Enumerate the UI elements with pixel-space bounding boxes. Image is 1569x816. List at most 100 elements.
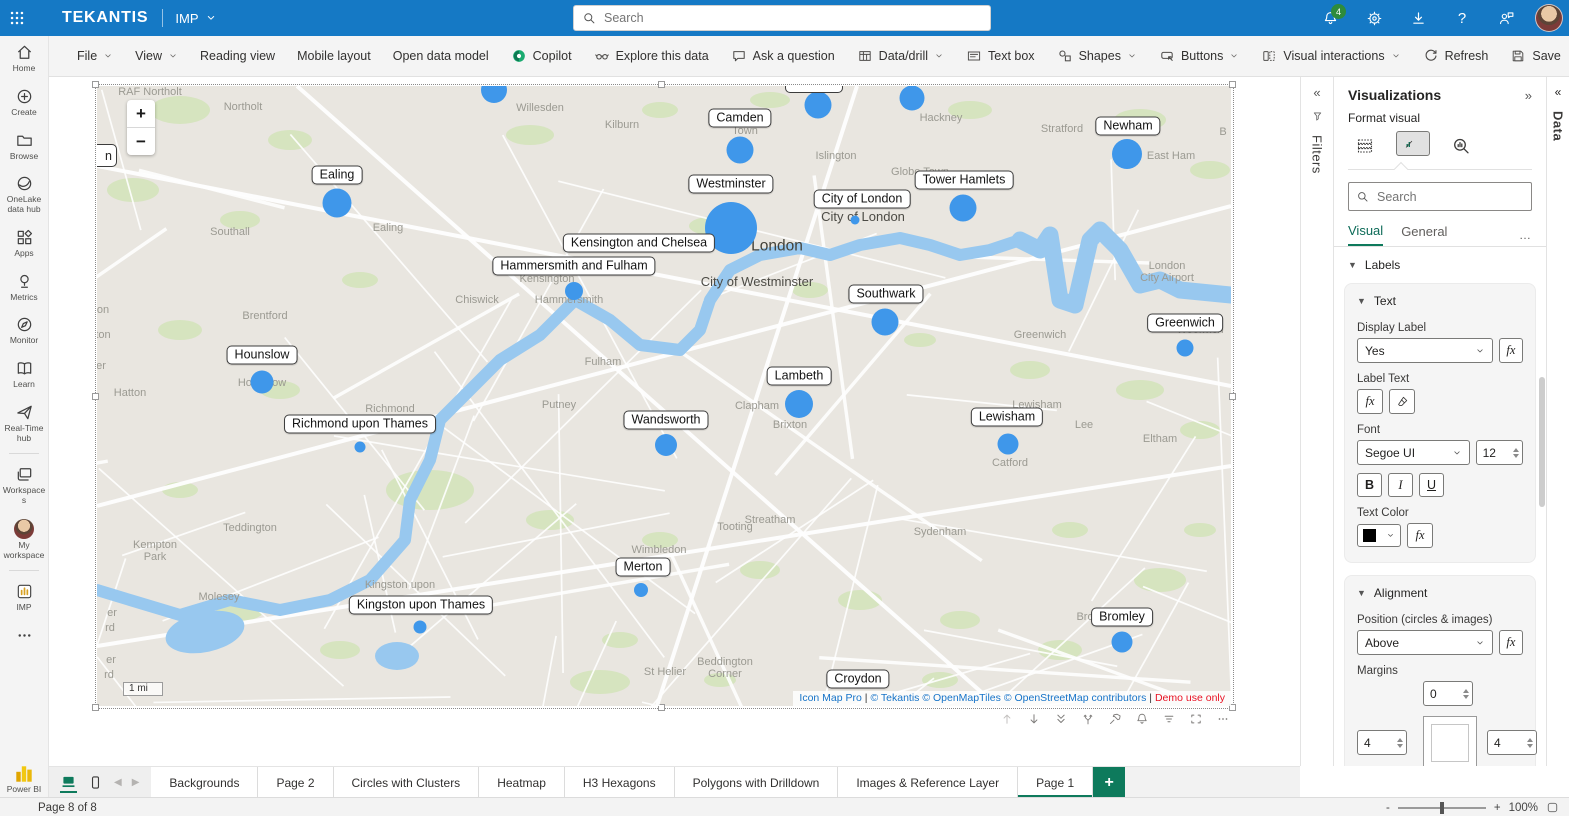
format-mode-button[interactable] [1396, 131, 1430, 156]
next-page-icon[interactable]: ▶ [132, 777, 140, 788]
tab-visual[interactable]: Visual [1348, 223, 1383, 246]
help-button[interactable]: ? [1447, 3, 1477, 33]
toolbar-item-save[interactable]: Save [1499, 42, 1569, 70]
borough-label-croydon[interactable]: Croydon [826, 670, 889, 689]
borough-label-hammersmith-and-fulham[interactable]: Hammersmith and Fulham [492, 257, 655, 276]
position-dropdown[interactable]: Above [1357, 630, 1493, 655]
format-search-input[interactable] [1375, 189, 1540, 205]
display-label-fx-button[interactable]: fx [1499, 338, 1523, 363]
filterl-icon[interactable] [1162, 712, 1176, 726]
toolbar-item-view[interactable]: View [124, 42, 189, 70]
page-tab-polygons-with-drilldown[interactable]: Polygons with Drilldown [675, 767, 839, 798]
workspace-switcher[interactable]: IMP [175, 11, 216, 26]
sidebar-item-browse[interactable]: Browse [0, 124, 48, 168]
arrow-up-icon[interactable] [1000, 712, 1014, 726]
borough-label-camden[interactable]: Camden [708, 109, 771, 128]
italic-button[interactable]: I [1388, 473, 1413, 497]
sidebar-item-item[interactable] [0, 619, 48, 651]
data-bubble-camden[interactable] [727, 137, 754, 164]
data-bubble-kingston-upon-thames[interactable] [414, 621, 427, 634]
sidebar-item-my-workspace[interactable]: My workspace [0, 512, 48, 567]
borough-label-lewisham[interactable]: Lewisham [971, 408, 1043, 427]
toolbar-item-reading-view[interactable]: Reading view [189, 42, 286, 70]
data-pane-title[interactable]: Data [1551, 111, 1566, 141]
font-family-dropdown[interactable]: Segoe UI [1357, 440, 1470, 465]
feedback-button[interactable] [1491, 3, 1521, 33]
label-text-fx-button[interactable]: fx [1357, 389, 1383, 414]
position-fx-button[interactable]: fx [1499, 630, 1523, 655]
toolbar-item-shapes[interactable]: Shapes [1046, 42, 1148, 70]
toolbar-item-file[interactable]: File [66, 42, 124, 70]
sidebar-item-create[interactable]: Create [0, 80, 48, 124]
arrow-down-icon[interactable] [1027, 712, 1041, 726]
attribution-openmaptiles-link[interactable]: © OpenMapTiles [922, 692, 1001, 704]
account-avatar[interactable] [1535, 4, 1563, 32]
sidebar-item-home[interactable]: Home [0, 36, 48, 80]
borough-label-wandsworth[interactable]: Wandsworth [623, 411, 708, 430]
borough-label-richmond-upon-thames[interactable]: Richmond upon Thames [284, 415, 436, 434]
add-page-button[interactable]: + [1093, 767, 1125, 798]
attribution-tekantis-link[interactable]: © Tekantis [870, 692, 919, 704]
data-bubble-ealing[interactable] [323, 189, 352, 218]
zoom-slider[interactable] [1398, 807, 1486, 809]
toolbar-item-visual-interactions[interactable]: Visual interactions [1250, 42, 1411, 70]
section-text[interactable]: ▼ Text [1357, 294, 1523, 312]
notifications-button[interactable]: 4 [1315, 3, 1345, 33]
margin-top-stepper[interactable]: 0 [1423, 681, 1473, 706]
sidebar-item-apps[interactable]: Apps [0, 221, 48, 265]
data-bubble-wandsworth[interactable] [655, 434, 677, 456]
text-color-dropdown[interactable] [1357, 524, 1401, 547]
sidebar-item-onelake-data-hub[interactable]: OneLake data hub [0, 167, 48, 221]
borough-label-tower-hamlets[interactable]: Tower Hamlets [915, 171, 1014, 190]
page-tab-page-2[interactable]: Page 2 [258, 767, 333, 798]
toolbar-item-copilot[interactable]: Copilot [500, 42, 583, 70]
bold-button[interactable]: B [1357, 473, 1382, 497]
desktop-view-button[interactable] [60, 773, 77, 793]
map-zoom-out-button[interactable]: − [127, 128, 155, 155]
dbldown-icon[interactable] [1054, 712, 1068, 726]
borough-label-southwark[interactable]: Southwark [848, 285, 923, 304]
decrement-icon[interactable] [1513, 454, 1519, 458]
data-bubble[interactable] [805, 92, 832, 119]
format-search[interactable] [1348, 182, 1532, 211]
data-bubble-hounslow[interactable] [251, 371, 274, 394]
page-tab-page-1[interactable]: Page 1 [1018, 767, 1093, 798]
toolbar-item-data-drill[interactable]: Data/drill [846, 42, 955, 70]
data-bubble-lewisham[interactable] [998, 434, 1019, 455]
data-bubble-tower-hamlets[interactable] [950, 195, 977, 222]
data-bubble-richmond-upon-thames[interactable] [355, 442, 366, 453]
data-bubble-bromley[interactable] [1112, 632, 1133, 653]
text-color-fx-button[interactable]: fx [1407, 523, 1433, 548]
section-alignment[interactable]: ▼ Alignment [1357, 586, 1523, 604]
toolbar-item-text-box[interactable]: Text box [955, 42, 1046, 70]
fit-to-page-icon[interactable] [1546, 801, 1559, 814]
data-bubble-greenwich[interactable] [1177, 340, 1194, 357]
collapse-pane-icon[interactable]: » [1525, 88, 1532, 103]
pane-scrollbar[interactable] [1539, 377, 1545, 507]
download-button[interactable] [1403, 3, 1433, 33]
bellsm-icon[interactable] [1135, 712, 1149, 726]
map-visual[interactable]: + − n 1 mi Icon Map Pro | © Tekantis © O… [97, 86, 1231, 706]
increment-icon[interactable] [1513, 448, 1519, 452]
page-tab-backgrounds[interactable]: Backgrounds [151, 767, 258, 798]
margin-left-stepper[interactable]: 4 [1357, 730, 1407, 755]
page-tab-circles-with-clusters[interactable]: Circles with Clusters [334, 767, 480, 798]
sidebar-item-monitor[interactable]: Monitor [0, 308, 48, 352]
toolbar-item-ask-a-question[interactable]: Ask a question [720, 42, 846, 70]
font-size-stepper[interactable]: 12 [1476, 440, 1523, 465]
sidebar-item-real-time-hub[interactable]: Real-Time hub [0, 396, 48, 450]
search-input[interactable] [602, 10, 982, 26]
zoom-out-button[interactable]: - [1386, 802, 1390, 814]
expand-data-icon[interactable]: « [1555, 85, 1562, 99]
prev-page-icon[interactable]: ◀ [114, 777, 122, 788]
data-bubble-hammersmith-and-fulham[interactable] [565, 282, 583, 300]
sidebar-item-metrics[interactable]: Metrics [0, 265, 48, 309]
map-zoom-in-button[interactable]: + [127, 100, 155, 128]
tab-general[interactable]: General [1401, 224, 1447, 245]
borough-label-merton[interactable]: Merton [616, 558, 671, 577]
borough-label-lambeth[interactable]: Lambeth [767, 367, 832, 386]
global-search[interactable] [573, 5, 991, 31]
margin-right-stepper[interactable]: 4 [1487, 730, 1537, 755]
settings-button[interactable] [1359, 3, 1389, 33]
data-bubble-city-of-london[interactable] [851, 216, 860, 225]
